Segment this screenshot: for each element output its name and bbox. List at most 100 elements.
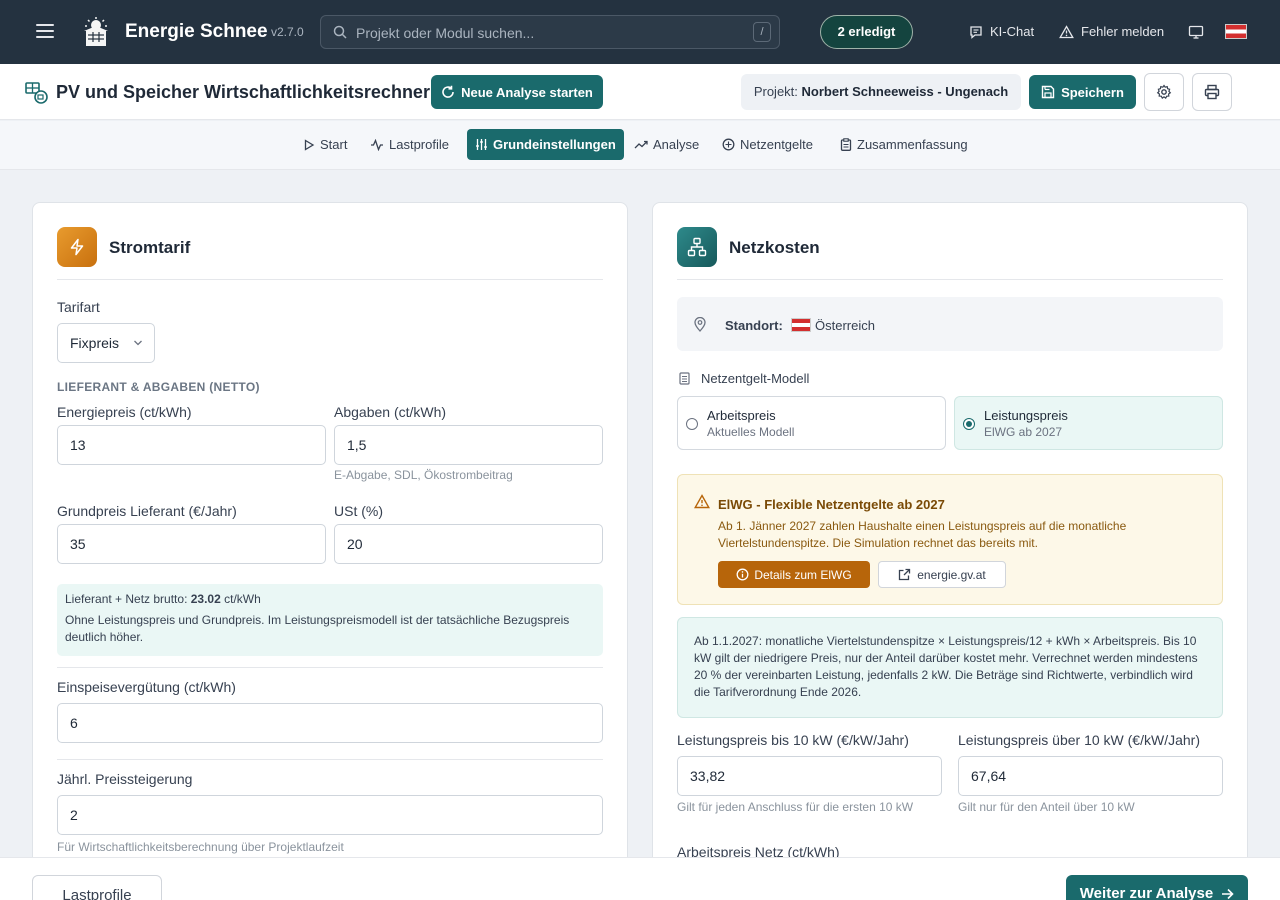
formula-info-box: Ab 1.1.2027: monatliche Viertelstundensp… — [677, 617, 1223, 718]
save-button[interactable]: Speichern — [1029, 75, 1136, 109]
standort-label: Standort: — [725, 318, 783, 333]
lp-bis10-hint: Gilt für jeden Anschluss für die ersten … — [677, 800, 914, 814]
search-icon — [333, 25, 347, 39]
energiepreis-label: Energiepreis (ct/kWh) — [57, 404, 192, 420]
page-header: PV und Speicher Wirtschaftlichkeitsrechn… — [0, 64, 1280, 120]
option-arbeitspreis[interactable]: Arbeitspreis Aktuelles Modell — [677, 396, 946, 450]
standort-value: Österreich — [815, 318, 875, 333]
tab-grundeinstellungen[interactable]: Grundeinstellungen — [467, 129, 624, 160]
steigerung-input[interactable]: 2 — [57, 795, 603, 835]
lp-ueber10-label: Leistungspreis über 10 kW (€/kW/Jahr) — [958, 732, 1200, 748]
tab-lastprofile[interactable]: Lastprofile — [362, 129, 457, 160]
option-leistungspreis-sub: ElWG ab 2027 — [984, 425, 1063, 439]
report-error-link[interactable]: Fehler melden — [1059, 24, 1164, 39]
lp-bis10-input[interactable]: 33,82 — [677, 756, 942, 796]
activity-icon — [371, 138, 383, 151]
lp-ueber10-input[interactable]: 67,64 — [958, 756, 1223, 796]
printer-icon — [1204, 84, 1220, 100]
einspeise-input[interactable]: 6 — [57, 703, 603, 743]
elwg-warning-box: ElWG - Flexible Netzentgelte ab 2027 Ab … — [677, 474, 1223, 605]
tab-lastprofile-label: Lastprofile — [389, 137, 449, 152]
tarifart-select[interactable]: Fixpreis — [57, 323, 155, 363]
radio-leistungspreis[interactable] — [963, 418, 975, 430]
ust-input[interactable]: 20 — [334, 524, 603, 564]
search-placeholder: Projekt oder Modul suchen... — [356, 25, 535, 41]
lp-bis10-label: Leistungspreis bis 10 kW (€/kW/Jahr) — [677, 732, 909, 748]
print-button[interactable] — [1192, 73, 1232, 111]
settings-button[interactable] — [1144, 73, 1184, 111]
page-title: PV und Speicher Wirtschaftlichkeitsrechn… — [56, 82, 430, 102]
app-logo — [84, 17, 108, 46]
energie-gv-link[interactable]: energie.gv.at — [878, 561, 1006, 588]
info-icon — [736, 568, 749, 581]
map-pin-icon — [694, 317, 706, 332]
ai-chat-link[interactable]: KI-Chat — [969, 24, 1034, 39]
new-analysis-button[interactable]: Neue Analyse starten — [431, 75, 603, 109]
tab-analyse[interactable]: Analyse — [626, 129, 707, 160]
network-icon — [677, 227, 717, 267]
tab-grundeinstellungen-label: Grundeinstellungen — [493, 137, 616, 152]
solar-battery-icon — [25, 82, 48, 104]
project-name: Norbert Schneeweiss - Ungenach — [801, 84, 1009, 99]
austria-flag-icon — [791, 318, 811, 332]
abgaben-input[interactable]: 1,5 — [334, 425, 603, 465]
back-button[interactable]: Lastprofile — [32, 875, 162, 900]
gear-icon — [1156, 84, 1172, 99]
netzkosten-title: Netzkosten — [729, 238, 820, 257]
warning-icon — [694, 494, 710, 509]
sliders-icon — [476, 139, 487, 150]
tab-zusammenfassung[interactable]: Zusammenfassung — [832, 129, 976, 160]
monitor-icon[interactable] — [1188, 25, 1204, 39]
chevron-down-icon — [134, 340, 142, 346]
einspeise-label: Einspeisevergütung (ct/kWh) — [57, 679, 236, 695]
app-name: Energie Schnee — [125, 21, 268, 42]
abgaben-hint: E-Abgabe, SDL, Ökostrombeitrag — [334, 468, 513, 482]
menu-icon[interactable] — [36, 24, 54, 38]
save-label: Speichern — [1061, 84, 1124, 100]
energiepreis-input[interactable]: 13 — [57, 425, 326, 465]
brutto-unit: ct/kWh — [224, 592, 261, 606]
grundpreis-label: Grundpreis Lieferant (€/Jahr) — [57, 503, 237, 519]
elwg-warning-text: Ab 1. Jänner 2027 zahlen Haushalte einen… — [718, 519, 1127, 550]
project-label: Projekt: — [753, 84, 798, 99]
austria-flag-icon[interactable] — [1225, 24, 1247, 39]
next-label: Weiter zur Analyse — [1079, 885, 1214, 900]
project-selector[interactable]: Projekt: Norbert Schneeweiss - Ungenach — [741, 74, 1021, 110]
energie-gv-label: energie.gv.at — [917, 567, 986, 582]
play-icon — [304, 138, 315, 151]
option-leistungspreis[interactable]: Leistungspreis ElWG ab 2027 — [954, 396, 1223, 450]
standort-box: Standort: Österreich — [677, 297, 1223, 351]
lieferant-section-caption: LIEFERANT & ABGABEN (NETTO) — [57, 380, 260, 394]
tab-start[interactable]: Start — [295, 129, 355, 160]
report-error-label: Fehler melden — [1081, 24, 1165, 39]
divider — [677, 279, 1223, 280]
clipboard-icon — [840, 138, 852, 151]
tarifart-label: Tarifart — [57, 299, 100, 315]
grid-circle-icon — [722, 138, 735, 151]
done-badge[interactable]: 2 erledigt — [820, 15, 913, 49]
tarifart-value: Fixpreis — [70, 335, 120, 351]
app-version: v2.7.0 — [271, 25, 304, 39]
grundpreis-input[interactable]: 35 — [57, 524, 326, 564]
stromtarif-card: Stromtarif Tarifart Fixpreis LIEFERANT &… — [32, 202, 628, 882]
tab-netzentgelte-label: Netzentgelte — [740, 137, 813, 152]
tab-bar: Start Lastprofile Grundeinstellungen Ana… — [0, 121, 1280, 170]
option-arbeitspreis-title: Arbeitspreis — [707, 408, 776, 423]
steigerung-hint: Für Wirtschaftlichkeitsberechnung über P… — [57, 840, 344, 854]
divider — [57, 759, 603, 760]
radio-arbeitspreis[interactable] — [686, 418, 698, 430]
brutto-prefix: Lieferant + Netz brutto: — [65, 592, 188, 606]
steigerung-label: Jährl. Preissteigerung — [57, 771, 193, 787]
next-button[interactable]: Weiter zur Analyse — [1066, 875, 1248, 900]
arrow-right-icon — [1222, 888, 1234, 900]
warning-icon — [1059, 24, 1074, 38]
save-icon — [1041, 85, 1055, 99]
tab-zusammenfassung-label: Zusammenfassung — [857, 137, 968, 152]
elwg-warning-title: ElWG - Flexible Netzentgelte ab 2027 — [718, 497, 945, 512]
elwg-details-button[interactable]: Details zum ElWG — [718, 561, 870, 588]
bottom-bar: Lastprofile Weiter zur Analyse — [0, 857, 1280, 900]
brutto-value: 23.02 — [190, 592, 221, 606]
new-analysis-label: Neue Analyse starten — [461, 84, 593, 100]
tab-netzentgelte[interactable]: Netzentgelte — [714, 129, 821, 160]
search-input[interactable]: Projekt oder Modul suchen... / — [320, 15, 780, 49]
